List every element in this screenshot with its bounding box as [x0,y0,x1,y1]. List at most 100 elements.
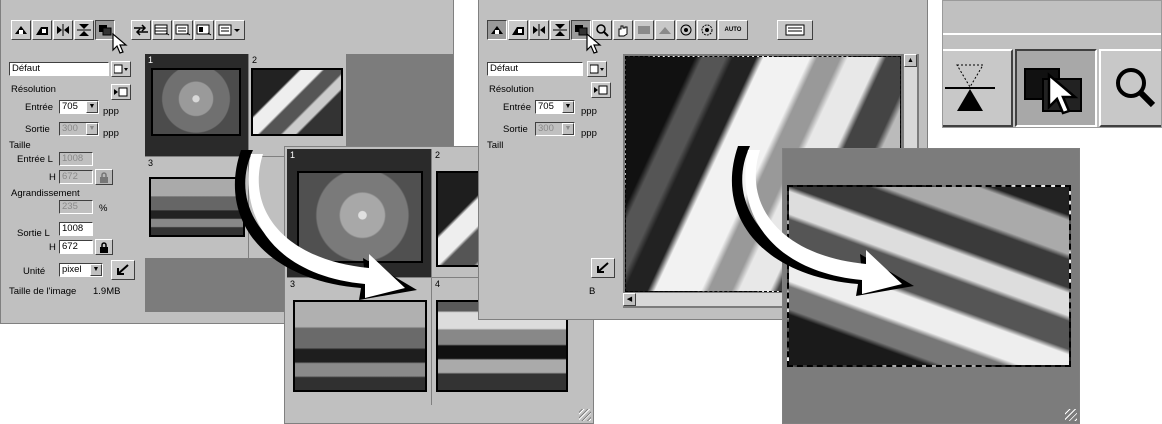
hand-tool-button[interactable] [613,20,633,40]
frame-icon [99,25,112,36]
output-label: Sortie [503,124,528,135]
lock-icon [100,241,108,253]
output-lock-button[interactable] [95,239,113,255]
scroll-up-icon[interactable]: ▲ [904,54,917,67]
lock-icon [100,171,108,183]
output-width-field[interactable]: 1008 [59,222,93,236]
thumbnail-number: 3 [148,158,154,168]
thumbnail-frame-3[interactable]: 3 [145,156,248,258]
curved-arrow-icon [731,146,914,296]
reset-button[interactable] [111,260,135,280]
display-menu-button[interactable] [215,20,245,40]
manual-focus-button[interactable] [697,20,717,40]
chevron-down-icon: ▼ [86,123,98,135]
image-size-value: 1.9MB [93,286,121,297]
grid-icon [154,24,170,36]
toolbar: AUTO [487,20,927,54]
scan-button[interactable] [508,20,528,40]
reset-button[interactable] [591,258,615,278]
grayed-tool-button-2[interactable] [655,20,675,40]
resize-grip-icon[interactable] [579,409,591,421]
input-label: Entrée [503,102,531,113]
eject-holder-button[interactable] [487,20,507,40]
output-height-label: H [49,242,56,253]
mouse-cursor-icon [1047,72,1079,115]
resolution-label: Résolution [489,84,534,95]
resolution-label: Résolution [11,84,56,95]
scan-button[interactable] [32,20,52,40]
disabled-tool-icon [638,26,650,34]
mirror-button[interactable] [529,20,549,40]
auto-badge: AUTO [724,27,742,33]
grayed-tool-button-1[interactable] [634,20,654,40]
auto-exposure-button[interactable]: AUTO [718,20,748,40]
focus-icon [680,24,692,36]
chevron-down-icon: ▼ [562,101,574,113]
rotate-button[interactable] [131,20,151,40]
chevron-down-icon: ▼ [562,123,574,135]
input-height-field[interactable]: 672 [59,170,93,184]
eject-holder-button[interactable] [11,20,31,40]
preset-field[interactable]: Défaut [487,62,583,76]
undo-arrow-icon [597,262,609,273]
output-unit-label: ppp [103,128,119,139]
flip-vertical-icon [77,24,91,36]
preset-field[interactable]: Défaut [9,62,109,76]
resolution-menu-button[interactable] [111,84,131,100]
output-height-field[interactable]: 672 [59,240,93,254]
prescan-button[interactable] [777,20,813,40]
enlarge-label: Agrandissement [11,188,80,199]
input-resolution-select[interactable]: 705 ▼ [59,100,99,114]
prescan-icon [785,24,805,36]
preset-menu-button[interactable] [587,61,607,77]
scroll-left-icon[interactable]: ◀ [623,293,636,306]
flip-button[interactable] [550,20,570,40]
hand-icon [618,25,628,37]
thumbnail-frame-2[interactable]: 2 [248,54,346,156]
size-label: Taille [9,140,31,151]
output-resolution-select[interactable]: 300 ▼ [59,122,99,136]
input-unit-label: ppp [581,106,597,117]
detail-view-button[interactable] [194,20,214,40]
unit-select[interactable]: pixel ▼ [59,263,103,277]
chevron-down-icon: ▼ [90,264,102,276]
unit-label: Unité [23,266,46,277]
auto-focus-button[interactable] [676,20,696,40]
mirror-button[interactable] [53,20,73,40]
list-view-button[interactable] [173,20,193,40]
index-view-button[interactable] [152,20,172,40]
magnifier-icon [1116,68,1156,108]
mouse-cursor-icon [586,32,602,54]
thumbnail-number: 4 [435,279,441,289]
input-width-label: Entrée L [17,154,53,165]
thumbnail-number: 2 [252,55,258,65]
resize-grip-icon[interactable] [1065,409,1077,421]
mouse-cursor-icon [112,32,128,54]
enlarged-image-bridge [293,300,427,392]
enlarge-field[interactable]: 235 [59,200,93,214]
focus-icon [701,24,713,36]
flip-horizontal-icon [57,24,69,36]
input-unit-label: ppp [103,106,119,117]
input-width-field[interactable]: 1008 [59,152,93,166]
detail-icon [196,24,212,36]
flip-button[interactable] [74,20,94,40]
toolbar-zoom-inset [942,0,1162,128]
input-resolution-select[interactable]: 705 ▼ [535,100,575,114]
resolution-menu-button[interactable] [591,82,611,98]
zoom-button-large[interactable] [1099,49,1161,127]
frame-display-button-large[interactable] [1015,49,1097,127]
menu-dropdown-icon [218,24,240,36]
menu-icon [594,85,608,95]
thumbnail-frame-1[interactable]: 1 [145,54,248,156]
flip-button-large[interactable] [943,49,1013,127]
flip-horizontal-icon [533,24,545,36]
preset-menu-button[interactable] [111,61,131,77]
lock-button[interactable] [95,169,113,185]
output-resolution-select[interactable]: 300 ▼ [535,122,575,136]
size-label: Taill [487,140,504,151]
image-size-value: B [589,286,596,297]
image-size-label: Taille de l'image [9,286,77,297]
inset-divider [943,33,1161,35]
output-label: Sortie [25,124,50,135]
